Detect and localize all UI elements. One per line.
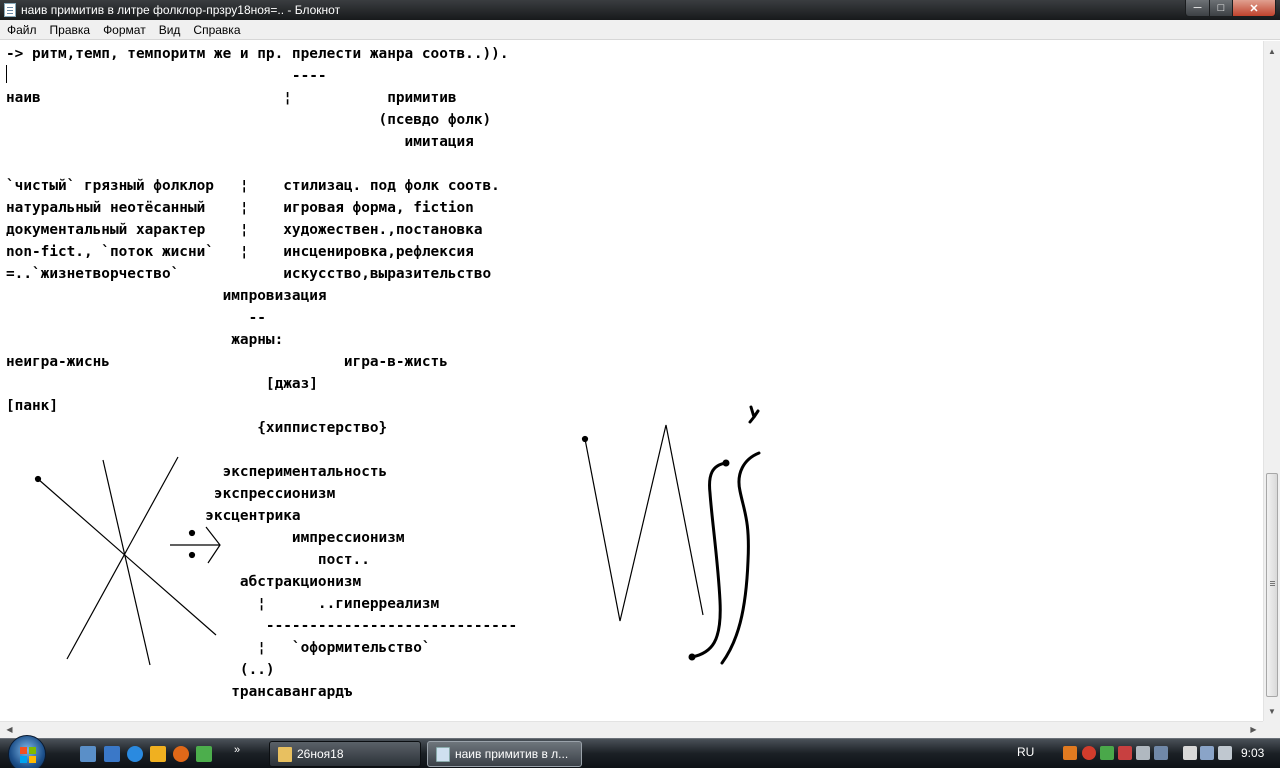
- notepad-icon[interactable]: [4, 3, 16, 17]
- title-bar: наив примитив в литре фолклор-прзру18ноя…: [0, 0, 1280, 20]
- menu-view[interactable]: Вид: [152, 20, 187, 40]
- taskbar-item-label: 26ноя18: [297, 747, 344, 761]
- tray-network-icon[interactable]: [1154, 746, 1168, 760]
- arrow-drawing: [170, 526, 221, 564]
- crossed-lines-drawing: [34, 456, 217, 666]
- text-editor[interactable]: -> ритм,темп, темпоритм же и пр. прелест…: [0, 41, 1263, 721]
- start-button[interactable]: [8, 735, 46, 768]
- scroll-up-arrow-icon[interactable]: ▲: [1264, 43, 1280, 60]
- tray-monitor-icon[interactable]: [1100, 746, 1114, 760]
- tray-volume-icon[interactable]: [1218, 746, 1232, 760]
- folder-icon: [278, 747, 292, 762]
- vertical-scroll-thumb[interactable]: [1266, 473, 1278, 697]
- firefox-icon[interactable]: [173, 746, 189, 762]
- scrollbar-corner: [1263, 721, 1280, 738]
- tray-battery-icon[interactable]: [1183, 746, 1197, 760]
- app-shortcut-icon[interactable]: [196, 746, 212, 762]
- switch-windows-icon[interactable]: [104, 746, 120, 762]
- taskbar-item-notepad[interactable]: наив примитив в л...: [427, 741, 582, 767]
- tray-app-icon[interactable]: [1063, 746, 1077, 760]
- menu-edit[interactable]: Правка: [43, 20, 97, 40]
- zigzag-drawing: [581, 424, 704, 622]
- double-s-drawing: [688, 405, 761, 665]
- show-desktop-icon[interactable]: [80, 746, 96, 762]
- media-player-icon[interactable]: [150, 746, 166, 762]
- minimize-button[interactable]: ─: [1185, 0, 1210, 17]
- clock[interactable]: 9:03: [1241, 746, 1264, 760]
- close-button[interactable]: ✕: [1232, 0, 1276, 17]
- menu-file[interactable]: Файл: [0, 20, 43, 40]
- taskbar-item-folder[interactable]: 26ноя18: [269, 741, 421, 767]
- tray-opera-icon[interactable]: [1082, 746, 1096, 760]
- menu-bar: Файл Правка Формат Вид Справка: [0, 20, 1280, 40]
- notepad-icon: [436, 747, 450, 762]
- quick-launch-more-icon[interactable]: »: [234, 744, 240, 756]
- horizontal-scrollbar[interactable]: ◀ ▶: [0, 721, 1263, 738]
- scroll-right-arrow-icon[interactable]: ▶: [1245, 722, 1262, 738]
- scroll-left-arrow-icon[interactable]: ◀: [1, 722, 18, 738]
- tray-security-icon[interactable]: [1118, 746, 1132, 760]
- tray-network-status-icon[interactable]: [1200, 746, 1214, 760]
- menu-format[interactable]: Формат: [96, 20, 152, 40]
- scroll-down-arrow-icon[interactable]: ▼: [1264, 703, 1280, 720]
- internet-explorer-icon[interactable]: [127, 746, 143, 762]
- taskbar-item-label: наив примитив в л...: [455, 747, 569, 761]
- menu-help[interactable]: Справка: [186, 20, 246, 40]
- hand-drawn-sketch: [34, 405, 761, 666]
- taskbar: » 26ноя18 наив примитив в л... RU 9:03: [0, 735, 1280, 768]
- vertical-scrollbar[interactable]: ▲ ▼: [1263, 41, 1280, 721]
- language-indicator[interactable]: RU: [1017, 745, 1034, 759]
- tray-device-icon[interactable]: [1136, 746, 1150, 760]
- windows-logo-icon: [20, 747, 36, 763]
- maximize-button[interactable]: □: [1209, 0, 1233, 17]
- window-title: наив примитив в литре фолклор-прзру18ноя…: [21, 3, 341, 17]
